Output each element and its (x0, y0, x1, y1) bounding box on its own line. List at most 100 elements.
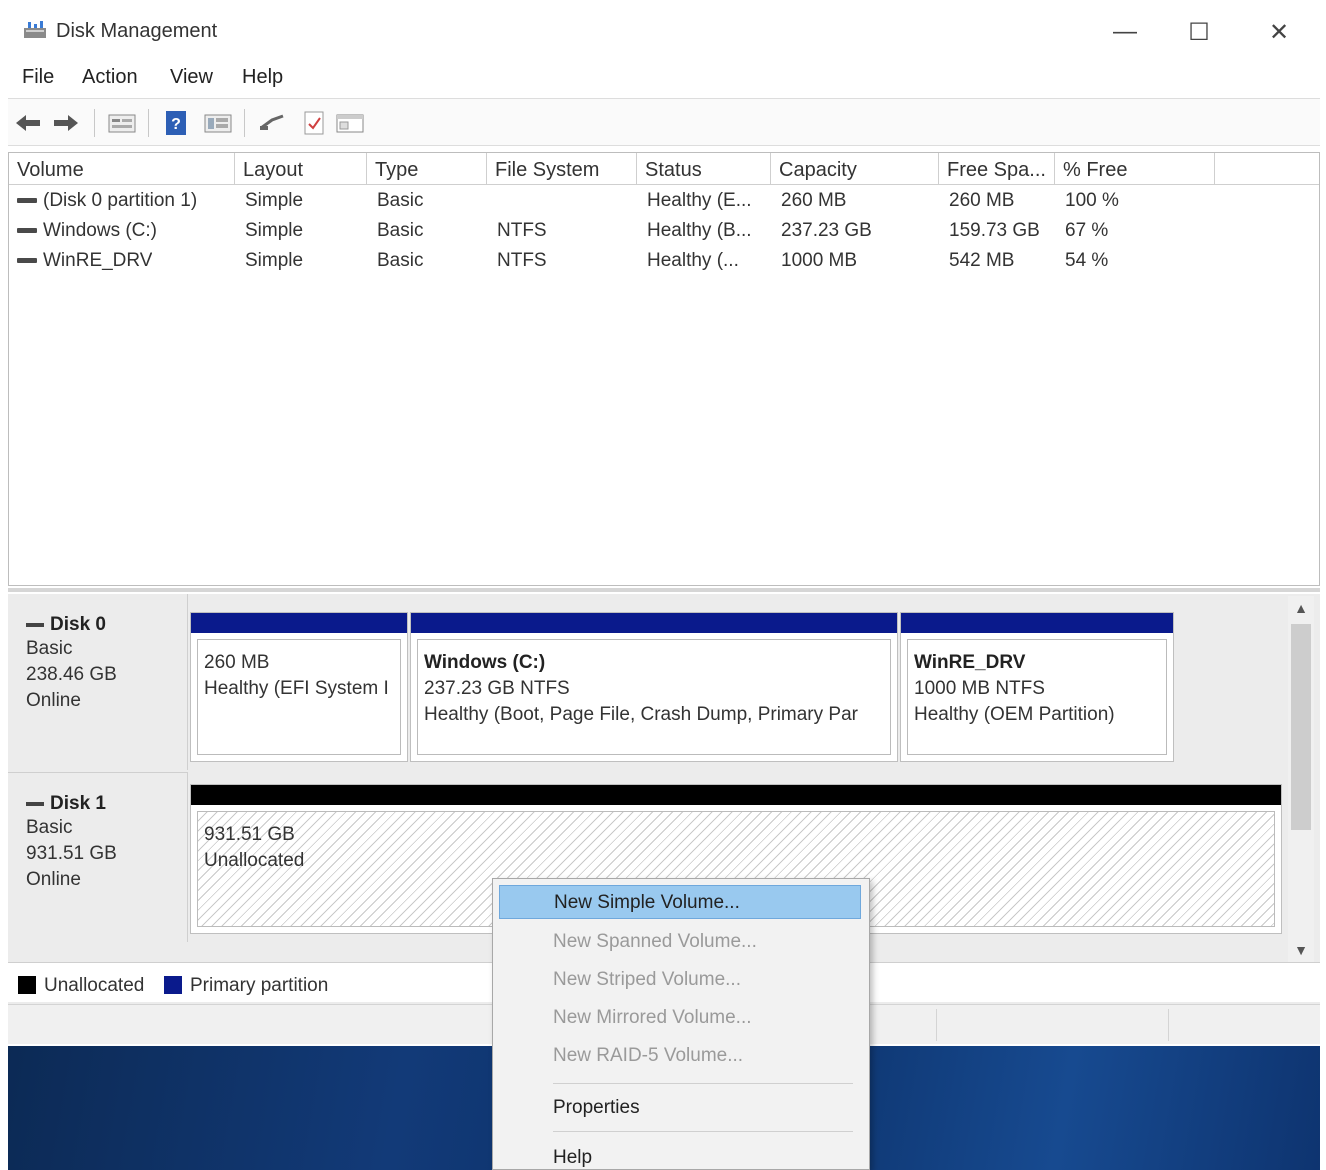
check-icon[interactable] (298, 108, 330, 138)
menu-view[interactable]: View (170, 64, 213, 91)
status-cell: Healthy (B... (647, 220, 752, 241)
back-icon[interactable] (12, 108, 44, 138)
context-menu: New Simple Volume... New Spanned Volume.… (492, 878, 870, 1170)
volume-cell: WinRE_DRV (17, 250, 152, 272)
column-header-empty (1215, 153, 1319, 185)
partition-status: Healthy (Boot, Page File, Crash Dump, Pr… (424, 704, 858, 725)
free-space-cell: 159.73 GB (949, 220, 1040, 241)
volume-icon (17, 228, 37, 234)
disk-pane-scrollbar[interactable]: ▲ ▼ (1288, 596, 1314, 962)
disk-icon (26, 622, 44, 627)
disk-management-app-icon (22, 20, 48, 42)
column-header-percent-free[interactable]: % Free (1055, 153, 1215, 185)
partition-title: WinRE_DRV (914, 652, 1026, 673)
connect-icon[interactable] (256, 108, 288, 138)
partition-body: 260 MB Healthy (EFI System I (197, 639, 401, 755)
menu-separator (553, 1131, 853, 1132)
column-header-type[interactable]: Type (367, 153, 487, 185)
menu-item-new-spanned-volume: New Spanned Volume... (553, 931, 757, 952)
table-row[interactable]: (Disk 0 partition 1) Simple Basic Health… (9, 187, 1319, 217)
menu-bar: File Action View Help (0, 60, 1326, 96)
title-bar: Disk Management — ☐ ✕ (0, 0, 1326, 60)
window-title: Disk Management (56, 20, 218, 42)
volume-icon (17, 258, 37, 264)
disk-0-info[interactable]: Disk 0 Basic 238.46 GB Online (8, 594, 188, 770)
volume-list[interactable]: Volume Layout Type File System Status Ca… (8, 152, 1320, 586)
disk-0-partition-efi[interactable]: 260 MB Healthy (EFI System I (190, 612, 408, 762)
partition-body: WinRE_DRV 1000 MB NTFS Healthy (OEM Part… (907, 639, 1167, 755)
menu-help[interactable]: Help (242, 64, 283, 91)
disk-1-name-text: Disk 1 (50, 793, 106, 814)
column-header-file-system[interactable]: File System (487, 153, 637, 185)
table-row[interactable]: WinRE_DRV Simple Basic NTFS Healthy (...… (9, 247, 1319, 277)
menu-file[interactable]: File (22, 64, 54, 91)
layout-cell: Simple (245, 250, 304, 271)
type-cell: Basic (377, 190, 424, 211)
legend-unallocated: Unallocated (18, 975, 144, 997)
close-button[interactable]: ✕ (1256, 12, 1302, 52)
partition-size: 1000 MB NTFS (914, 678, 1045, 699)
toolbar-separator (148, 109, 149, 137)
disk-1-info[interactable]: Disk 1 Basic 931.51 GB Online (8, 772, 188, 942)
menu-item-help[interactable]: Help (499, 1141, 861, 1170)
menu-item-new-striped-volume: New Striped Volume... (553, 969, 741, 990)
disk-0-type: Basic (26, 638, 73, 659)
layout-cell: Simple (245, 190, 304, 211)
disk-1-name: Disk 1 (26, 793, 187, 815)
partition-body: Windows (C:) 237.23 GB NTFS Healthy (Boo… (417, 639, 891, 755)
type-cell: Basic (377, 220, 424, 241)
scrollbar-thumb[interactable] (1291, 624, 1311, 830)
percent-free-cell: 54 % (1065, 250, 1109, 271)
disk-0-name: Disk 0 (26, 614, 187, 636)
column-header-layout[interactable]: Layout (235, 153, 367, 185)
disk-1-state: Online (26, 869, 81, 890)
volume-name: (Disk 0 partition 1) (43, 190, 198, 211)
disk-1-size: 931.51 GB (26, 843, 117, 864)
legend-unallocated-label: Unallocated (44, 975, 145, 996)
unallocated-bar (191, 785, 1281, 805)
minimize-button[interactable]: — (1102, 12, 1148, 52)
free-space-cell: 542 MB (949, 250, 1015, 271)
menu-item-new-mirrored-volume: New Mirrored Volume... (553, 1007, 752, 1028)
window-edge (1320, 0, 1326, 1170)
table-row[interactable]: Windows (C:) Simple Basic NTFS Healthy (… (9, 217, 1319, 247)
menu-action[interactable]: Action (82, 64, 138, 91)
menu-item-properties[interactable]: Properties (499, 1091, 861, 1125)
column-header-volume[interactable]: Volume (9, 153, 235, 185)
disk-0-partition-windows[interactable]: Windows (C:) 237.23 GB NTFS Healthy (Boo… (410, 612, 898, 762)
console-icon[interactable] (334, 108, 366, 138)
partition-size: 931.51 GB (204, 824, 295, 845)
toolbar-separator (244, 109, 245, 137)
legend-primary-label: Primary partition (190, 975, 329, 996)
scroll-down-icon[interactable]: ▼ (1288, 938, 1314, 962)
help-icon[interactable]: ? (160, 108, 192, 138)
menu-separator (553, 1083, 853, 1084)
view-icon[interactable] (202, 108, 234, 138)
status-cell: Healthy (... (647, 250, 739, 271)
volume-icon (17, 198, 37, 204)
toolbar-separator (94, 109, 95, 137)
maximize-button[interactable]: ☐ (1176, 12, 1222, 52)
primary-partition-bar (411, 613, 897, 633)
column-header-free-space[interactable]: Free Spa... (939, 153, 1055, 185)
primary-partition-bar (191, 613, 407, 633)
column-header-status[interactable]: Status (637, 153, 771, 185)
forward-icon[interactable] (50, 108, 82, 138)
layout-cell: Simple (245, 220, 304, 241)
file-system-cell: NTFS (497, 220, 547, 241)
menu-item-new-raid5-volume: New RAID-5 Volume... (553, 1045, 744, 1066)
toolbar: ? (8, 98, 1320, 146)
type-cell: Basic (377, 250, 424, 271)
disk-icon (26, 801, 44, 806)
properties-icon[interactable] (106, 108, 138, 138)
menu-item-new-simple-volume[interactable]: New Simple Volume... (499, 885, 861, 919)
column-header-capacity[interactable]: Capacity (771, 153, 939, 185)
disk-0-partition-winre[interactable]: WinRE_DRV 1000 MB NTFS Healthy (OEM Part… (900, 612, 1174, 762)
scroll-up-icon[interactable]: ▲ (1288, 596, 1314, 620)
primary-partition-bar (901, 613, 1173, 633)
pane-splitter[interactable] (8, 588, 1320, 592)
file-system-cell: NTFS (497, 250, 547, 271)
percent-free-cell: 100 % (1065, 190, 1119, 211)
volume-name: Windows (C:) (43, 220, 158, 241)
legend-primary: Primary partition (164, 975, 328, 997)
